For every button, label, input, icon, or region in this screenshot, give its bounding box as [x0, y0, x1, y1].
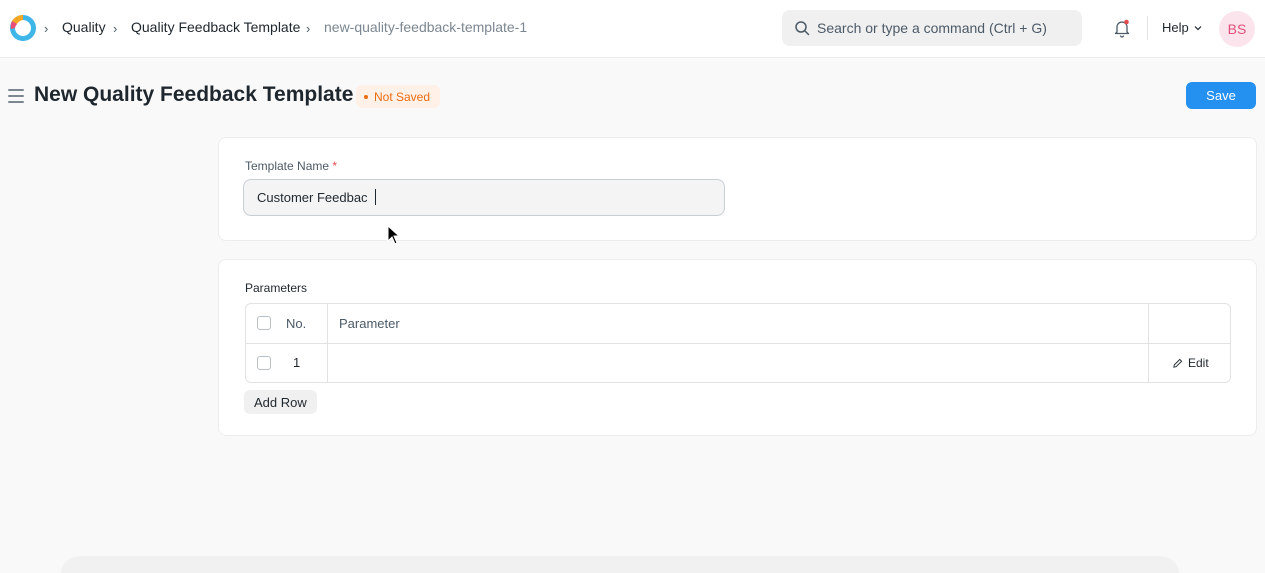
add-row-button[interactable]: Add Row [244, 390, 317, 414]
template-details-section: Template Name * [218, 137, 1257, 241]
page-title: New Quality Feedback Template [34, 83, 354, 106]
column-header-no: No. [286, 316, 307, 331]
navbar-divider [1147, 16, 1148, 40]
breadcrumb-quality[interactable]: Quality [62, 19, 106, 35]
bell-icon[interactable] [1112, 18, 1132, 38]
search-bar[interactable]: Search or type a command (Ctrl + G) [782, 10, 1082, 46]
chevron-right-icon: › [44, 21, 49, 36]
chevron-down-icon [1194, 25, 1202, 30]
template-name-label: Template Name * [245, 159, 337, 173]
bottom-panel-edge [60, 556, 1180, 573]
required-mark: * [332, 159, 338, 173]
navbar: › Quality › Quality Feedback Template › … [0, 0, 1265, 58]
search-icon [795, 21, 810, 36]
hamburger-icon[interactable] [8, 89, 24, 103]
row-number: 1 [293, 355, 301, 370]
status-dot [364, 94, 368, 99]
select-all-checkbox[interactable] [257, 316, 271, 330]
help-dropdown[interactable]: Help [1162, 20, 1203, 35]
breadcrumb-quality-feedback-template[interactable]: Quality Feedback Template [131, 19, 300, 35]
table-header-row: No. Parameter [246, 304, 1230, 344]
search-placeholder: Search or type a command (Ctrl + G) [817, 20, 1047, 36]
help-label: Help [1162, 20, 1189, 35]
avatar[interactable]: BS [1219, 11, 1255, 47]
column-header-parameter: Parameter [339, 316, 400, 331]
status-badge: Not Saved [356, 85, 441, 108]
template-name-label-text: Template Name [245, 159, 330, 173]
column-divider [1148, 304, 1149, 382]
table-row[interactable]: 1 Edit [246, 344, 1230, 382]
chevron-right-icon: › [113, 21, 118, 36]
pencil-icon [1173, 358, 1183, 368]
text-caret [375, 189, 376, 205]
mouse-cursor-icon [387, 225, 401, 245]
parameters-table: No. Parameter 1 Edit [245, 303, 1231, 383]
row-checkbox[interactable] [257, 356, 271, 370]
breadcrumb-current-doc[interactable]: new-quality-feedback-template-1 [324, 19, 527, 35]
status-label: Not Saved [374, 89, 431, 104]
template-name-input[interactable] [243, 179, 725, 216]
row-edit-label: Edit [1188, 356, 1209, 370]
column-divider [327, 304, 328, 382]
app-logo-icon[interactable] [8, 13, 38, 43]
save-button[interactable]: Save [1186, 82, 1256, 109]
parameters-label: Parameters [245, 281, 308, 295]
parameters-section: Parameters No. Parameter 1 Edit Add Row [218, 259, 1257, 436]
row-edit-button[interactable]: Edit [1172, 356, 1209, 370]
chevron-right-icon: › [306, 21, 311, 36]
